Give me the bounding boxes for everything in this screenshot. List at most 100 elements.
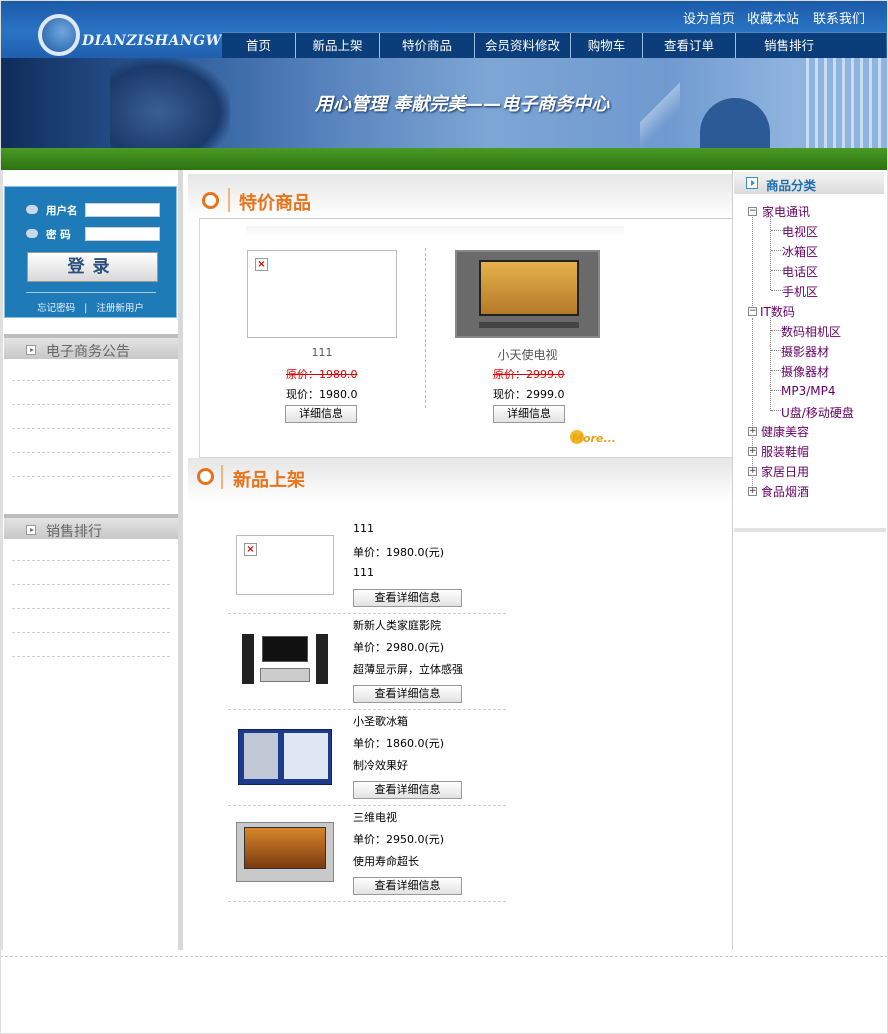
category-item[interactable]: 摄影器材 (781, 343, 829, 360)
login-links: 忘记密码 | 注册新用户 (4, 300, 177, 314)
nav-home[interactable]: 首页 (222, 33, 296, 59)
divider (12, 656, 170, 657)
new-products-title: 新品上架 (233, 470, 305, 491)
category-item[interactable]: 电视区 (782, 223, 818, 240)
main-nav: 首页 新品上架 特价商品 会员资料修改 购物车 查看订单 销售排行 (222, 32, 886, 59)
forgot-password-link[interactable]: 忘记密码 (37, 303, 75, 314)
nav-specials[interactable]: 特价商品 (380, 33, 475, 59)
bookmark-link[interactable]: 收藏本站 (747, 8, 799, 27)
category-item[interactable]: 家居日用 (761, 463, 809, 480)
current-price: 现价：1980.0 (286, 386, 358, 402)
view-detail-button[interactable]: 查看详细信息 (353, 781, 462, 799)
current-price: 现价：2999.0 (493, 386, 565, 402)
login-links-separator: | (84, 303, 88, 314)
divider (12, 632, 170, 633)
current-price-value: 2999.0 (526, 388, 565, 401)
category-item[interactable]: IT数码 (760, 303, 795, 320)
original-price-label: 原价： (493, 368, 526, 381)
collapse-icon[interactable]: − (748, 207, 757, 216)
expand-icon[interactable]: + (748, 467, 757, 476)
price-value: 1860.0(元) (386, 737, 445, 750)
login-divider (26, 292, 156, 293)
product-image-fridge[interactable] (236, 727, 334, 787)
circle-icon (202, 192, 219, 209)
product-name[interactable]: 小圣歌冰箱 (353, 713, 408, 729)
product-image-tv[interactable] (455, 250, 600, 338)
register-link[interactable]: 注册新用户 (96, 303, 144, 314)
player-image (260, 668, 310, 682)
divider (228, 805, 506, 806)
product-name[interactable]: 111 (353, 522, 374, 535)
login-button[interactable]: 登录 (27, 252, 158, 282)
price-value: 1980.0(元) (386, 546, 445, 559)
product-image[interactable]: × (247, 250, 397, 338)
collapse-icon[interactable]: − (748, 307, 757, 316)
green-divider (0, 148, 888, 170)
speaker-image (316, 634, 328, 684)
product-desc: 使用寿命超长 (353, 855, 419, 868)
product-image[interactable]: × (236, 535, 334, 595)
category-item[interactable]: 健康美容 (761, 423, 809, 440)
category-item[interactable]: 数码相机区 (781, 323, 841, 340)
special-product-name[interactable]: 小天使电视 (455, 346, 600, 363)
nav-orders[interactable]: 查看订单 (643, 33, 736, 59)
footer-divider (0, 956, 888, 957)
category-item[interactable]: 食品烟酒 (761, 483, 809, 500)
set-homepage-link[interactable]: 设为首页 (683, 8, 735, 27)
divider (12, 560, 170, 561)
view-detail-button[interactable]: 查看详细信息 (353, 877, 462, 895)
category-item[interactable]: 电话区 (782, 263, 818, 280)
original-price: 原价：1980.0 (286, 366, 358, 382)
password-input[interactable] (85, 227, 160, 241)
arrow-icon (26, 525, 36, 535)
arrow-icon (746, 177, 758, 189)
nav-member-profile[interactable]: 会员资料修改 (475, 33, 571, 59)
nav-new-products[interactable]: 新品上架 (296, 33, 380, 59)
divider (12, 428, 170, 429)
price-label: 单价： (353, 546, 386, 559)
original-price-value: 1980.0 (319, 368, 358, 381)
current-price-label: 现价： (493, 388, 526, 401)
product-name[interactable]: 新新人类家庭影院 (353, 617, 441, 633)
fridge-door-image (244, 733, 278, 779)
category-item[interactable]: 手机区 (782, 283, 818, 300)
detail-button[interactable]: 详细信息 (285, 405, 357, 423)
category-item[interactable]: 冰箱区 (782, 243, 818, 260)
special-product-name[interactable]: 111 (247, 346, 397, 359)
username-input[interactable] (85, 203, 160, 217)
original-price-label: 原价： (286, 368, 319, 381)
product-name[interactable]: 三维电视 (353, 809, 397, 825)
expand-icon[interactable]: + (748, 487, 757, 496)
product-desc: 制冷效果好 (353, 759, 408, 772)
nav-cart[interactable]: 购物车 (571, 33, 643, 59)
category-item[interactable]: 摄像器材 (781, 363, 829, 380)
specials-title: 特价商品 (239, 193, 311, 214)
view-detail-button[interactable]: 查看详细信息 (353, 589, 462, 607)
contact-link[interactable]: 联系我们 (813, 8, 865, 27)
product-image-tv[interactable] (236, 822, 334, 882)
logo-icon (38, 14, 80, 56)
category-item[interactable]: 服装鞋帽 (761, 443, 809, 460)
expand-icon[interactable]: + (748, 447, 757, 456)
category-item[interactable]: MP3/MP4 (781, 384, 836, 398)
product-price: 单价：2980.0(元) (353, 639, 444, 655)
password-label: 密 码 (46, 229, 71, 241)
expand-icon[interactable]: + (748, 427, 757, 436)
view-detail-button[interactable]: 查看详细信息 (353, 685, 462, 703)
current-price-label: 现价： (286, 388, 319, 401)
divider (228, 901, 506, 902)
more-link[interactable]: More... (572, 432, 616, 445)
specials-shadow (246, 226, 624, 236)
detail-button[interactable]: 详细信息 (493, 405, 565, 423)
banner-businessman-image (700, 98, 770, 148)
price-value: 2980.0(元) (386, 641, 445, 654)
banner-building-image (800, 58, 888, 148)
category-item[interactable]: 家电通讯 (762, 203, 810, 220)
divider (425, 248, 426, 408)
category-item[interactable]: U盘/移动硬盘 (781, 404, 854, 421)
product-image-home-theater[interactable] (236, 628, 334, 688)
banner-slogan: 用心管理 奉献完美——电子商务中心 (315, 94, 610, 115)
category-header: 商品分类 (734, 172, 884, 194)
price-label: 单价： (353, 641, 386, 654)
nav-sales-ranking[interactable]: 销售排行 (736, 33, 842, 59)
